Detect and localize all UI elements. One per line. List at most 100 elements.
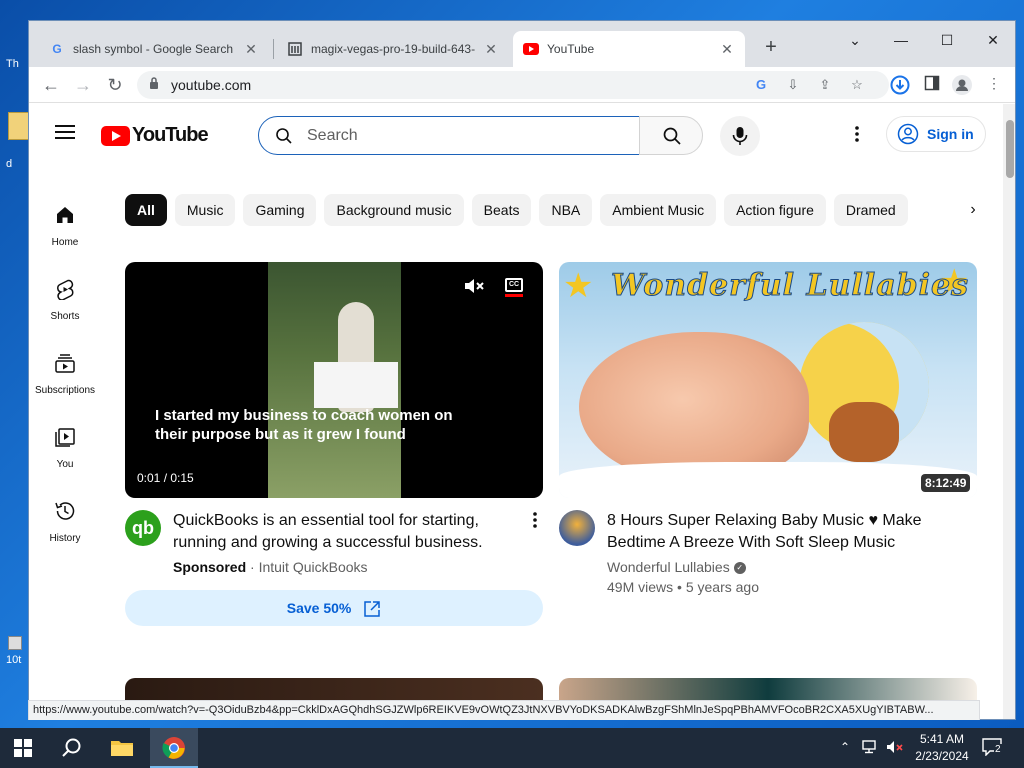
mute-icon[interactable]: [463, 276, 485, 296]
taskbar-search-button[interactable]: [48, 728, 96, 768]
sign-in-button[interactable]: Sign in: [886, 116, 986, 152]
sidebar-item-home[interactable]: Home: [29, 204, 101, 250]
channel-name[interactable]: Wonderful Lullabies: [607, 559, 730, 575]
windows-start-icon[interactable]: [14, 739, 32, 757]
tab-youtube[interactable]: YouTube ✕: [513, 31, 745, 67]
download-icon[interactable]: [889, 75, 911, 97]
share-icon[interactable]: ⇪: [815, 77, 835, 95]
side-panel-icon[interactable]: [921, 75, 943, 97]
google-g-icon: G: [52, 42, 62, 56]
voice-search-button[interactable]: [720, 116, 760, 156]
tab-magix[interactable]: magix-vegas-pro-19-build-643- ✕: [277, 31, 509, 67]
maximize-button[interactable]: ☐: [927, 27, 967, 53]
shorts-icon: [57, 279, 74, 300]
chip-nba[interactable]: NBA: [539, 194, 593, 226]
view-count: 49M views: [607, 579, 674, 595]
tab-separator: [273, 39, 274, 59]
scrollbar-thumb[interactable]: [1006, 120, 1014, 178]
chip-background-music[interactable]: Background music: [324, 194, 464, 226]
home-icon: [57, 207, 73, 223]
sidebar-item-subscriptions[interactable]: Subscriptions: [29, 352, 101, 398]
search-button[interactable]: [639, 116, 703, 155]
taskbar: ⌃ 5:41 AM 2/23/2024 2: [0, 728, 1024, 768]
volume-muted-icon[interactable]: [886, 740, 904, 757]
search-input[interactable]: Search: [258, 116, 640, 155]
sidebar-item-history[interactable]: History: [29, 500, 101, 546]
chip-bar: All Music Gaming Background music Beats NBA Am…: [125, 194, 985, 226]
search-icon: [663, 127, 681, 145]
close-icon[interactable]: ✕: [719, 41, 735, 58]
chevron-right-icon[interactable]: ›: [959, 196, 987, 224]
address-bar[interactable]: youtube.com G ⇩ ⇪ ☆: [137, 71, 889, 99]
taskbar-file-explorer[interactable]: [98, 728, 146, 768]
chrome-icon: [162, 737, 185, 759]
chip-dramed[interactable]: Dramed: [833, 194, 908, 226]
video-duration: 8:12:49: [921, 474, 971, 492]
chip-gaming[interactable]: Gaming: [243, 194, 317, 226]
chip-music[interactable]: Music: [174, 194, 236, 226]
network-icon[interactable]: [862, 740, 880, 757]
tab-title: slash symbol - Google Search: [73, 42, 234, 56]
close-window-button[interactable]: ✕: [973, 27, 1013, 53]
chip-action-figure[interactable]: Action figure: [724, 194, 826, 226]
channel-avatar[interactable]: [559, 510, 595, 546]
sidebar-item-label: Home: [51, 237, 79, 248]
chip-ambient-music[interactable]: Ambient Music: [600, 194, 717, 226]
folder-icon: [111, 741, 133, 756]
desktop-label-2: d: [6, 158, 13, 170]
notification-center-icon[interactable]: 2: [982, 738, 1002, 757]
new-tab-button[interactable]: +: [759, 35, 783, 59]
sidebar-item-you[interactable]: You: [29, 426, 101, 472]
taskbar-chrome[interactable]: [150, 728, 198, 768]
video-stats: 49M views • 5 years ago: [607, 579, 759, 595]
advertiser-name[interactable]: Intuit QuickBooks: [259, 559, 368, 575]
ad-video-thumbnail[interactable]: I started my business to coach women on …: [125, 262, 543, 498]
close-icon[interactable]: ✕: [243, 41, 259, 58]
reload-button[interactable]: ↻: [103, 73, 127, 97]
youtube-logo[interactable]: YouTube: [101, 124, 209, 147]
ad-cta-button[interactable]: Save 50%: [125, 590, 543, 626]
upload-age: 5 years ago: [685, 579, 759, 595]
youtube-page: YouTube Search Sign in Home Shorts Subsc…: [29, 104, 1003, 719]
clock-date: 2/23/2024: [915, 749, 969, 763]
back-button[interactable]: ←: [39, 73, 63, 97]
desktop-label-3: 10t: [6, 654, 22, 666]
ad-timestamp: 0:01 / 0:15: [137, 471, 194, 485]
youtube-icon: [523, 41, 539, 57]
chip-all[interactable]: All: [125, 194, 167, 226]
ad-sign-board: [314, 362, 398, 408]
sidebar-item-label: History: [49, 533, 81, 544]
browser-menu-icon[interactable]: ⋮: [983, 75, 1005, 97]
desktop-shortcut-icon[interactable]: [8, 636, 22, 650]
history-icon: [55, 502, 75, 520]
desktop-folder-icon[interactable]: [8, 112, 30, 140]
video-title[interactable]: 8 Hours Super Relaxing Baby Music ♥ Make…: [607, 510, 957, 554]
chevron-up-icon[interactable]: ⌃: [840, 740, 850, 754]
install-app-icon[interactable]: ⇩: [783, 77, 803, 95]
lock-icon[interactable]: [149, 77, 159, 89]
minimize-button[interactable]: —: [881, 27, 921, 53]
more-options-icon[interactable]: [527, 510, 543, 530]
search-icon: [62, 738, 81, 757]
advertiser-avatar[interactable]: qb: [125, 510, 161, 546]
microphone-icon: [732, 127, 748, 145]
video-thumbnail[interactable]: ★ ★ Wonderful Lullabies 8:12:49: [559, 262, 977, 498]
url-text[interactable]: youtube.com: [171, 77, 251, 93]
scrollbar[interactable]: [1003, 104, 1015, 719]
ad-title[interactable]: QuickBooks is an essential tool for star…: [173, 510, 513, 554]
subscriptions-icon: [55, 354, 75, 373]
tab-google-search[interactable]: G slash symbol - Google Search ✕: [39, 31, 269, 67]
sidebar-item-label: Shorts: [50, 311, 80, 322]
closed-captions-icon[interactable]: CC: [505, 278, 523, 297]
tab-search-button[interactable]: ⌄: [835, 27, 875, 53]
profile-icon[interactable]: [951, 75, 973, 97]
forward-button[interactable]: →: [71, 73, 95, 97]
google-lens-icon[interactable]: G: [751, 77, 771, 95]
system-clock[interactable]: 5:41 AM 2/23/2024: [912, 731, 972, 765]
close-icon[interactable]: ✕: [483, 41, 499, 58]
hamburger-menu-icon[interactable]: [55, 125, 75, 139]
sidebar-item-shorts[interactable]: Shorts: [29, 278, 101, 324]
bookmark-star-icon[interactable]: ☆: [847, 77, 867, 95]
chip-beats[interactable]: Beats: [471, 194, 532, 226]
settings-menu-icon[interactable]: [847, 124, 867, 144]
